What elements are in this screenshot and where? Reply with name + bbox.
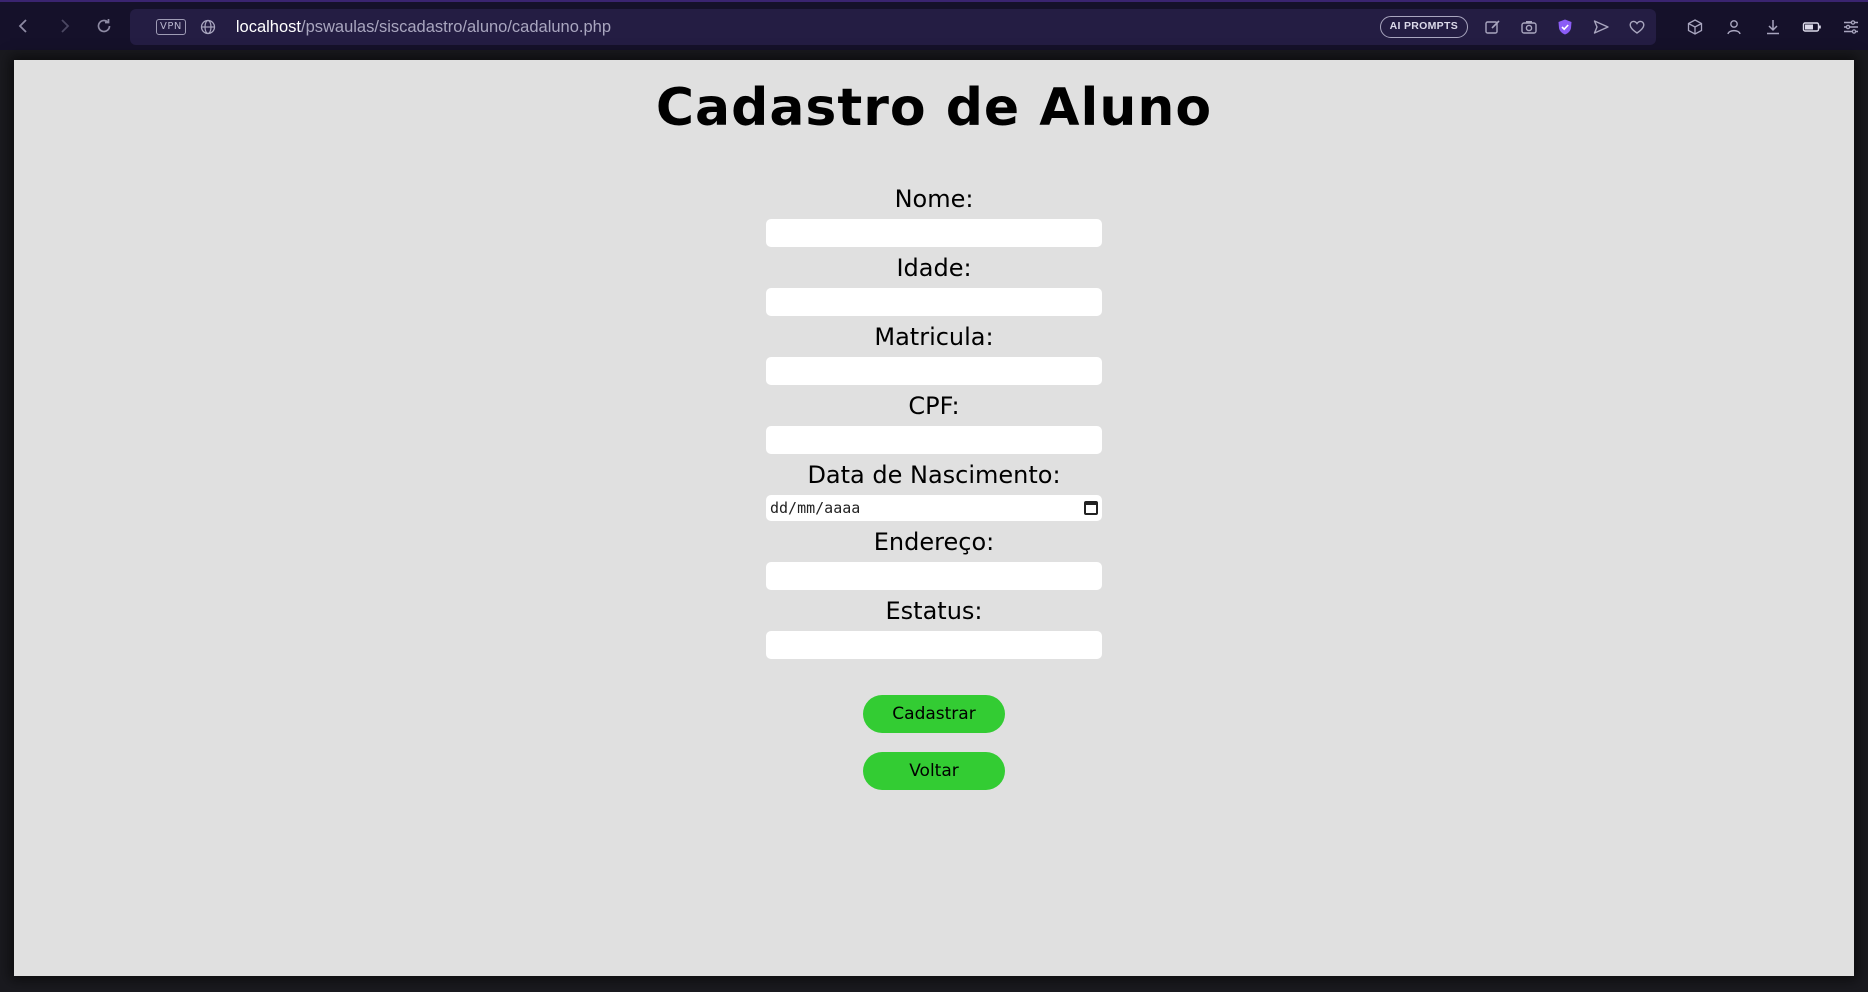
reload-icon[interactable] bbox=[84, 6, 124, 46]
url-host: localhost bbox=[235, 17, 301, 36]
cube-icon[interactable] bbox=[1684, 16, 1706, 38]
matricula-input[interactable] bbox=[766, 357, 1102, 385]
ai-prompts-button[interactable]: AI PROMPTS bbox=[1379, 16, 1468, 38]
data-nascimento-input[interactable]: dd/mm/aaaa bbox=[766, 495, 1102, 521]
estatus-label: Estatus: bbox=[885, 597, 983, 625]
address-bar[interactable]: VPN localhost/pswaulas/siscadastro/aluno… bbox=[130, 9, 1656, 45]
camera-icon[interactable] bbox=[1518, 16, 1540, 38]
matricula-label: Matricula: bbox=[874, 323, 994, 351]
edit-icon[interactable] bbox=[1482, 16, 1504, 38]
endereco-input[interactable] bbox=[766, 562, 1102, 590]
date-placeholder: dd/mm/aaaa bbox=[770, 499, 861, 517]
profile-icon[interactable] bbox=[1723, 16, 1745, 38]
cpf-input[interactable] bbox=[766, 426, 1102, 454]
student-registration-form: Nome: Idade: Matricula: CPF: Data de Nas… bbox=[766, 178, 1102, 790]
back-icon[interactable] bbox=[4, 6, 44, 46]
cpf-label: CPF: bbox=[908, 392, 960, 420]
address-bar-actions: AI PROMPTS bbox=[1379, 9, 1648, 45]
voltar-button[interactable]: Voltar bbox=[863, 752, 1005, 790]
settings-menu-icon[interactable] bbox=[1840, 16, 1862, 38]
cadastrar-button[interactable]: Cadastrar bbox=[863, 695, 1005, 733]
vpn-badge[interactable]: VPN bbox=[156, 19, 186, 35]
heart-icon[interactable] bbox=[1626, 16, 1648, 38]
idade-label: Idade: bbox=[896, 254, 972, 282]
browser-toolbar: VPN localhost/pswaulas/siscadastro/aluno… bbox=[0, 0, 1868, 50]
nome-input[interactable] bbox=[766, 219, 1102, 247]
page-viewport: Cadastro de Aluno Nome: Idade: Matricula… bbox=[14, 60, 1854, 976]
data-nascimento-label: Data de Nascimento: bbox=[807, 461, 1061, 489]
globe-icon[interactable] bbox=[198, 17, 218, 37]
nome-label: Nome: bbox=[894, 185, 974, 213]
endereco-label: Endereço: bbox=[873, 528, 995, 556]
idade-input[interactable] bbox=[766, 288, 1102, 316]
shield-icon[interactable] bbox=[1554, 16, 1576, 38]
estatus-input[interactable] bbox=[766, 631, 1102, 659]
download-icon[interactable] bbox=[1762, 16, 1784, 38]
url-text[interactable]: localhost/pswaulas/siscadastro/aluno/cad… bbox=[236, 18, 611, 37]
page-title: Cadastro de Aluno bbox=[655, 78, 1213, 138]
send-icon[interactable] bbox=[1590, 16, 1612, 38]
calendar-icon[interactable] bbox=[1084, 501, 1098, 515]
forward-icon[interactable] bbox=[44, 6, 84, 46]
url-path: /pswaulas/siscadastro/aluno/cadaluno.php bbox=[300, 17, 612, 36]
toolbar-right-actions bbox=[1684, 2, 1862, 52]
battery-icon[interactable] bbox=[1801, 16, 1823, 38]
